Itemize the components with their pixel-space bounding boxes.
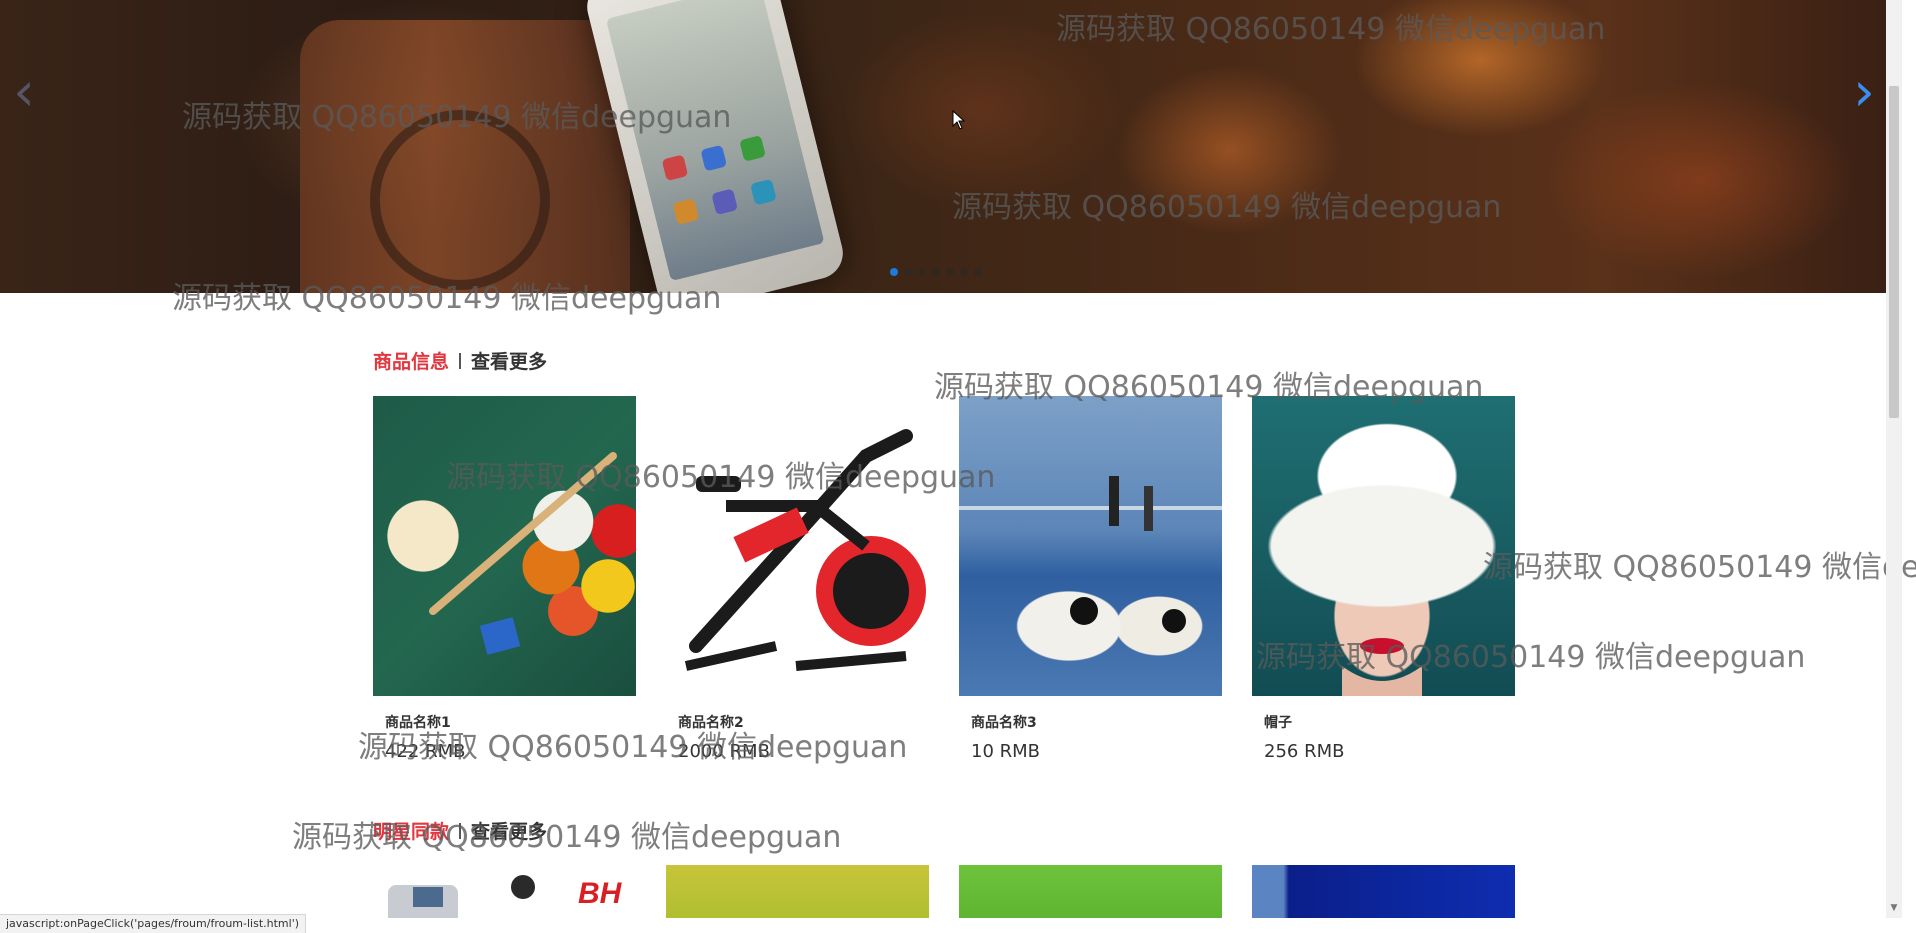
banner-dot[interactable] <box>960 268 968 276</box>
product-image-treadmill[interactable]: BH <box>373 865 636 918</box>
banner-prev-arrow-icon[interactable]: ‹ <box>4 62 44 122</box>
watermark-text: 源码获取 QQ86050149 微信deepguan <box>1483 550 1916 585</box>
svg-text:BH: BH <box>578 877 623 910</box>
shuttlecock-icon <box>959 476 1222 633</box>
product-image-billiards[interactable] <box>373 396 636 696</box>
section-header-celebrity: 明星同款 查看更多 <box>373 817 547 844</box>
mouse-cursor-icon <box>952 110 966 130</box>
app-icon <box>739 135 766 162</box>
product-name[interactable]: 商品名称1 <box>385 712 636 732</box>
product-card[interactable]: 商品名称2 2000 RMB <box>666 396 929 762</box>
banner-dot[interactable] <box>904 268 912 276</box>
banner-dot[interactable] <box>932 268 940 276</box>
view-more-link[interactable]: 查看更多 <box>471 817 547 844</box>
app-icon <box>750 178 777 206</box>
product-image-grass[interactable] <box>666 865 929 918</box>
product-name[interactable]: 帽子 <box>1264 712 1515 732</box>
banner-dot[interactable] <box>946 268 954 276</box>
banner-pagination <box>890 268 982 276</box>
product-price: 10 RMB <box>971 741 1041 762</box>
product-price: 2000 RMB <box>678 741 770 762</box>
product-image-exercise-bike[interactable] <box>666 396 929 696</box>
scrollbar-thumb[interactable] <box>1889 86 1899 418</box>
treadmill-icon: BH <box>388 875 623 918</box>
section-divider <box>459 822 462 839</box>
banner-phone-screen <box>605 0 825 282</box>
product-image-hat[interactable] <box>1252 396 1515 696</box>
banner-dot[interactable] <box>918 268 926 276</box>
product-image-blue[interactable] <box>1252 865 1515 918</box>
product-card[interactable]: 商品名称3 10 RMB <box>959 396 1222 762</box>
section-divider <box>459 352 462 369</box>
product-name[interactable]: 商品名称2 <box>678 712 929 732</box>
app-icon <box>700 144 728 172</box>
banner-dot[interactable] <box>890 268 898 276</box>
banner-cup-logo <box>370 110 550 290</box>
product-price: 256 RMB <box>1264 741 1345 762</box>
product-card[interactable]: 帽子 256 RMB <box>1252 396 1515 762</box>
section-title: 商品信息 <box>373 351 450 373</box>
product-name[interactable]: 商品名称3 <box>971 712 1222 732</box>
app-icon <box>711 188 738 216</box>
product-image-green[interactable] <box>959 865 1222 918</box>
scroll-down-arrow-icon[interactable]: ▼ <box>1888 902 1900 914</box>
banner-carousel[interactable]: ‹ › <box>0 0 1886 293</box>
view-more-link[interactable]: 查看更多 <box>471 347 547 374</box>
browser-status-bar: javascript:onPageClick('pages/froum/frou… <box>0 914 307 933</box>
billiard-cue-icon <box>429 452 617 655</box>
app-icon <box>661 154 689 182</box>
hat-model-icon <box>1342 638 1422 696</box>
section-title: 明星同款 <box>373 821 450 843</box>
banner-dot[interactable] <box>974 268 982 276</box>
product-price: 422 RMB <box>385 741 466 762</box>
app-icon <box>672 198 700 225</box>
product-card[interactable]: 商品名称1 422 RMB <box>373 396 636 762</box>
section-header-goods: 商品信息 查看更多 <box>373 347 547 374</box>
exercise-bike-icon <box>684 429 926 671</box>
product-image-shuttlecock[interactable] <box>959 396 1222 696</box>
banner-next-arrow-icon[interactable]: › <box>1844 62 1884 122</box>
